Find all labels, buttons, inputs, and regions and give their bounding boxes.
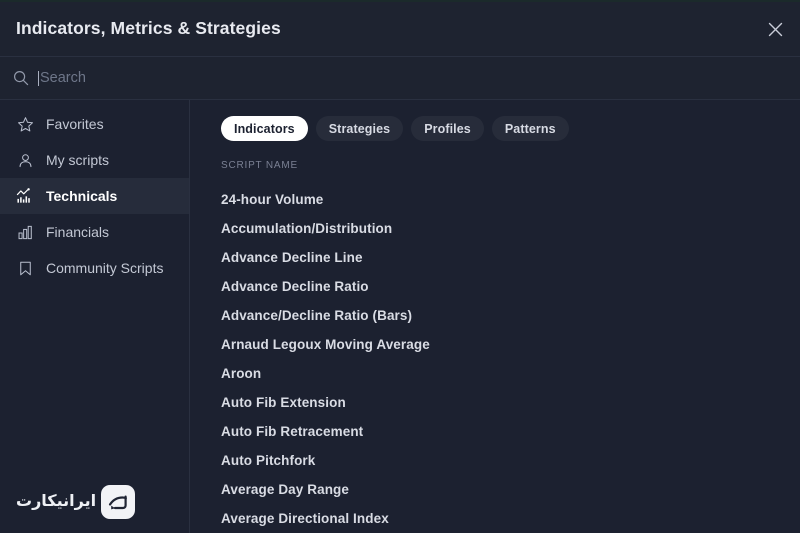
bar-chart-icon: [14, 221, 36, 243]
tab-patterns[interactable]: Patterns: [491, 116, 569, 141]
page-title: Indicators, Metrics & Strategies: [16, 18, 281, 39]
script-name: Auto Fib Retracement: [221, 424, 364, 439]
sidebar-item-favorites[interactable]: Favorites: [0, 106, 189, 142]
script-name: Auto Pitchfork: [221, 453, 316, 468]
tab-label: Patterns: [504, 121, 556, 136]
search-placeholder: Search: [40, 69, 86, 86]
search-input[interactable]: Search: [38, 57, 800, 99]
script-name: Advance Decline Ratio: [221, 279, 369, 294]
sidebar: Favorites My scripts Technicals Financia…: [0, 100, 190, 533]
star-icon: [14, 113, 36, 135]
script-name: Advance/Decline Ratio (Bars): [221, 308, 413, 323]
sidebar-item-label: Favorites: [46, 116, 104, 132]
list-item[interactable]: Accumulation/Distribution: [221, 214, 800, 243]
tab-profiles[interactable]: Profiles: [411, 116, 484, 141]
list-item[interactable]: Auto Fib Retracement: [221, 417, 800, 446]
person-icon: [14, 149, 36, 171]
column-header-script-name: SCRIPT NAME: [221, 160, 298, 171]
list-item[interactable]: Auto Pitchfork: [221, 446, 800, 475]
text-caret: [38, 70, 39, 86]
script-name: Advance Decline Line: [221, 250, 363, 265]
dialog-body: Favorites My scripts Technicals Financia…: [0, 100, 800, 533]
sidebar-item-label: My scripts: [46, 152, 109, 168]
dialog-header: Indicators, Metrics & Strategies: [0, 2, 800, 57]
tab-label: Profiles: [424, 121, 471, 136]
list-item[interactable]: Advance Decline Line: [221, 243, 800, 272]
close-icon[interactable]: [760, 14, 790, 44]
script-name: Average Day Range: [221, 482, 350, 497]
list-item[interactable]: Auto Fib Extension: [221, 388, 800, 417]
sidebar-item-financials[interactable]: Financials: [0, 214, 189, 250]
sidebar-item-label: Financials: [46, 224, 110, 240]
list-item[interactable]: Aroon: [221, 359, 800, 388]
list-item[interactable]: 24-hour Volume: [221, 185, 800, 214]
list-item[interactable]: Average Directional Index: [221, 504, 800, 533]
search-bar[interactable]: Search: [0, 57, 800, 100]
list-item[interactable]: Advance Decline Ratio: [221, 272, 800, 301]
script-name: 24-hour Volume: [221, 192, 324, 207]
indicators-dialog: Indicators, Metrics & Strategies Search: [0, 0, 800, 533]
sidebar-item-technicals[interactable]: Technicals: [0, 178, 189, 214]
script-name: Aroon: [221, 366, 262, 381]
sidebar-item-my-scripts[interactable]: My scripts: [0, 142, 189, 178]
sidebar-item-label: Technicals: [46, 188, 118, 204]
sidebar-item-community-scripts[interactable]: Community Scripts: [0, 250, 189, 286]
tab-indicators[interactable]: Indicators: [221, 116, 308, 141]
bookmark-icon: [14, 257, 36, 279]
script-list: 24-hour Volume Accumulation/Distribution…: [221, 185, 800, 533]
script-name: Auto Fib Extension: [221, 395, 346, 410]
sidebar-item-label: Community Scripts: [46, 260, 164, 276]
list-item[interactable]: Arnaud Legoux Moving Average: [221, 330, 800, 359]
line-chart-icon: [14, 185, 36, 207]
tab-label: Strategies: [328, 121, 391, 136]
search-icon: [10, 67, 32, 89]
script-name: Average Directional Index: [221, 511, 389, 526]
main-panel: Indicators Strategies Profiles Patterns …: [190, 100, 800, 533]
tab-label: Indicators: [234, 121, 295, 136]
script-name: Accumulation/Distribution: [221, 221, 393, 236]
script-name: Arnaud Legoux Moving Average: [221, 337, 430, 352]
list-item[interactable]: Average Day Range: [221, 475, 800, 504]
tab-strategies[interactable]: Strategies: [315, 116, 404, 141]
list-item[interactable]: Advance/Decline Ratio (Bars): [221, 301, 800, 330]
category-tabs: Indicators Strategies Profiles Patterns: [221, 116, 800, 141]
